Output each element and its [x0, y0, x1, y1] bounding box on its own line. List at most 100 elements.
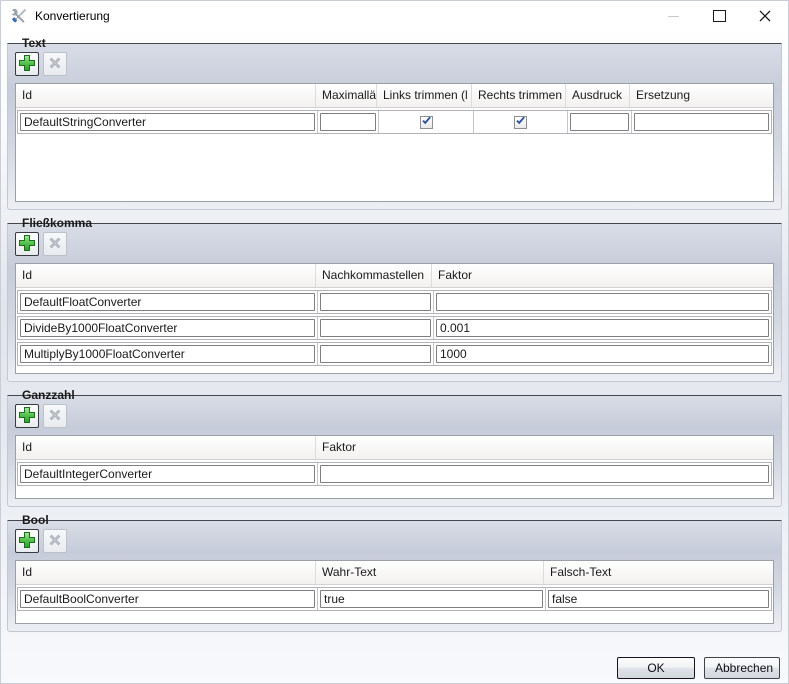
- check-icon: [515, 115, 526, 129]
- id-input[interactable]: [20, 590, 315, 608]
- x-icon: [47, 407, 63, 426]
- group-label-fliesskomma: Fließkomma: [17, 216, 97, 231]
- id-input[interactable]: [20, 345, 315, 363]
- table-row: [17, 110, 772, 134]
- column-header-id[interactable]: Id: [16, 264, 316, 287]
- column-header-id[interactable]: Id: [16, 84, 316, 107]
- minimize-button[interactable]: [650, 1, 696, 31]
- add-row-button[interactable]: [15, 404, 39, 428]
- column-header-id[interactable]: Id: [16, 436, 316, 459]
- cell-nachkommastellen: [318, 317, 434, 339]
- cell-maximallär: [318, 111, 379, 133]
- column-header-id[interactable]: Id: [16, 561, 316, 584]
- nachkommastellen-input[interactable]: [320, 293, 431, 311]
- column-header-maximallär[interactable]: Maximallär: [316, 84, 377, 107]
- check-icon: [421, 115, 432, 129]
- konvertierung-dialog: { "window": { "title": "Konvertierung", …: [0, 0, 789, 684]
- title-bar[interactable]: Konvertierung: [1, 1, 788, 31]
- rechts-trimmen-checkbox[interactable]: [514, 116, 527, 129]
- x-icon: [47, 532, 63, 551]
- falsch-text-input[interactable]: [548, 590, 769, 608]
- toolbar-ganzzahl: [15, 404, 774, 428]
- faktor-input[interactable]: [436, 293, 769, 311]
- column-header-ausdruck[interactable]: Ausdruck: [566, 84, 630, 107]
- group-text: TextIdMaximallärLinks trimmen (lRechts t…: [7, 43, 782, 210]
- fliesskomma-table: IdNachkommastellenFaktor: [15, 263, 774, 374]
- add-row-button[interactable]: [15, 232, 39, 256]
- table-header: IdMaximallärLinks trimmen (lRechts trimm…: [16, 84, 773, 108]
- column-header-ersetzung[interactable]: Ersetzung: [630, 84, 773, 107]
- table-body: [16, 585, 773, 611]
- cell-id: [18, 317, 318, 339]
- group-bool: BoolIdWahr-TextFalsch-Text: [7, 520, 782, 632]
- id-input[interactable]: [20, 319, 315, 337]
- cell-id: [18, 588, 318, 610]
- minimize-icon: [668, 16, 679, 17]
- delete-row-button[interactable]: [43, 232, 67, 256]
- table-row: [17, 587, 772, 611]
- column-header-rechts-trimmen[interactable]: Rechts trimmen: [472, 84, 566, 107]
- dialog-footer: OK Abbrechen: [1, 645, 788, 683]
- cancel-button[interactable]: Abbrechen: [704, 657, 780, 679]
- ok-button[interactable]: OK: [617, 657, 695, 679]
- tools-icon: [11, 8, 27, 24]
- cell-wahr-text: [318, 588, 546, 610]
- id-input[interactable]: [20, 293, 315, 311]
- plus-icon: [18, 531, 36, 552]
- column-header-falsch-text[interactable]: Falsch-Text: [544, 561, 773, 584]
- add-row-button[interactable]: [15, 52, 39, 76]
- column-header-links-trimmen-l[interactable]: Links trimmen (l: [377, 84, 472, 107]
- toolbar-bool: [15, 529, 774, 553]
- table-body: [16, 108, 773, 134]
- table-row: [17, 342, 772, 366]
- wahr-text-input[interactable]: [320, 590, 543, 608]
- group-label-bool: Bool: [17, 513, 54, 528]
- window-controls: [650, 1, 788, 31]
- maximize-button[interactable]: [696, 1, 742, 31]
- links-trimmen-l-checkbox[interactable]: [420, 116, 433, 129]
- cell-falsch-text: [546, 588, 771, 610]
- column-header-wahr-text[interactable]: Wahr-Text: [316, 561, 544, 584]
- delete-row-button[interactable]: [43, 404, 67, 428]
- group-ganzzahl: GanzzahlIdFaktor: [7, 395, 782, 507]
- bool-table: IdWahr-TextFalsch-Text: [15, 560, 774, 624]
- faktor-input[interactable]: [436, 345, 769, 363]
- column-header-faktor[interactable]: Faktor: [432, 264, 773, 287]
- toolbar-fliesskomma: [15, 232, 774, 256]
- cell-nachkommastellen: [318, 291, 434, 313]
- plus-icon: [18, 406, 36, 427]
- group-label-text: Text: [17, 36, 51, 51]
- id-input[interactable]: [20, 113, 315, 131]
- x-icon: [47, 235, 63, 254]
- cell-links-trimmen-l: [379, 111, 474, 133]
- table-header: IdNachkommastellenFaktor: [16, 264, 773, 288]
- cell-faktor: [434, 291, 771, 313]
- delete-row-button[interactable]: [43, 529, 67, 553]
- nachkommastellen-input[interactable]: [320, 319, 431, 337]
- window-title: Konvertierung: [35, 9, 110, 23]
- table-row: [17, 290, 772, 314]
- table-header: IdFaktor: [16, 436, 773, 460]
- table-body: [16, 288, 773, 366]
- cell-id: [18, 463, 318, 485]
- table-header: IdWahr-TextFalsch-Text: [16, 561, 773, 585]
- ersetzung-input[interactable]: [634, 113, 769, 131]
- cell-ausdruck: [568, 111, 632, 133]
- ausdruck-input[interactable]: [570, 113, 629, 131]
- id-input[interactable]: [20, 465, 315, 483]
- cell-nachkommastellen: [318, 343, 434, 365]
- column-header-nachkommastellen[interactable]: Nachkommastellen: [316, 264, 432, 287]
- groups-container: TextIdMaximallärLinks trimmen (lRechts t…: [1, 31, 788, 645]
- add-row-button[interactable]: [15, 529, 39, 553]
- faktor-input[interactable]: [436, 319, 769, 337]
- nachkommastellen-input[interactable]: [320, 345, 431, 363]
- cell-id: [18, 343, 318, 365]
- group-label-ganzzahl: Ganzzahl: [17, 388, 80, 403]
- cell-id: [18, 291, 318, 313]
- faktor-input[interactable]: [320, 465, 769, 483]
- close-button[interactable]: [742, 1, 788, 31]
- delete-row-button[interactable]: [43, 52, 67, 76]
- column-header-faktor[interactable]: Faktor: [316, 436, 773, 459]
- cell-ersetzung: [632, 111, 771, 133]
- maximallär-input[interactable]: [320, 113, 376, 131]
